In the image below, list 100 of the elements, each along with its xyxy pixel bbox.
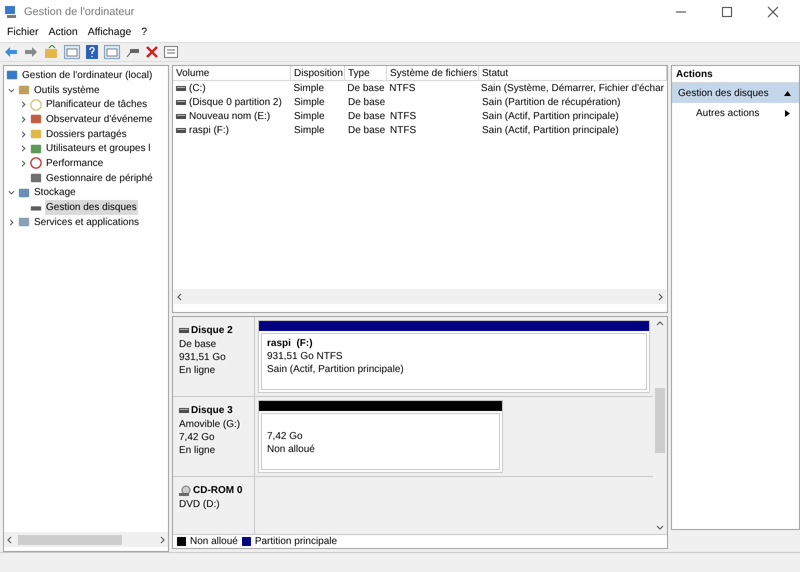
action-item[interactable]: Autres actions bbox=[672, 103, 799, 123]
help-icon[interactable] bbox=[86, 45, 98, 59]
expanded-chevron-icon[interactable] bbox=[8, 86, 15, 94]
disk-detail: De base bbox=[179, 338, 218, 351]
scroll-left-icon[interactable] bbox=[6, 536, 14, 544]
table-cell-text: (C:) bbox=[189, 82, 206, 96]
table-cell-text: Simple bbox=[294, 124, 325, 138]
column-header[interactable]: Statut bbox=[479, 66, 667, 80]
collapsed-chevron-icon[interactable] bbox=[20, 145, 27, 152]
drive-icon bbox=[176, 128, 186, 132]
partition-detail: 7,42 Go bbox=[267, 430, 304, 443]
disk-name: Disque 3 bbox=[191, 404, 233, 418]
table-cell-text: Sain (Système, Démarrer, Fichier d'échar bbox=[480, 82, 664, 96]
scroll-right-icon[interactable] bbox=[158, 536, 166, 544]
collapsed-chevron-icon[interactable] bbox=[20, 101, 27, 108]
action-section[interactable]: Gestion des disques bbox=[672, 83, 799, 103]
disk-detail: DVD (D:) bbox=[179, 498, 221, 511]
tree-item[interactable]: Performance bbox=[45, 156, 104, 171]
app-icon bbox=[4, 5, 18, 19]
tree-item[interactable]: Gestionnaire de périphé bbox=[45, 170, 154, 186]
tree-item[interactable]: Outils système bbox=[33, 82, 101, 98]
partition-block[interactable]: 7,42 Go Non alloué bbox=[258, 400, 503, 473]
horizontal-scrollbar[interactable] bbox=[4, 532, 168, 547]
panel-icon[interactable] bbox=[104, 45, 120, 59]
table-cell-text: NTFS bbox=[390, 110, 416, 124]
panel-icon[interactable] bbox=[64, 45, 80, 59]
table-cell-text: De base bbox=[348, 96, 386, 110]
tree-item[interactable]: Gestion de l'ordinateur (local) bbox=[21, 68, 154, 83]
column-header[interactable]: Système de fichiers bbox=[387, 66, 479, 80]
column-header[interactable]: Type bbox=[345, 66, 387, 80]
forward-arrow-icon[interactable] bbox=[24, 46, 38, 58]
scroll-down-icon[interactable] bbox=[656, 523, 664, 531]
disk-detail: 7,42 Go bbox=[179, 431, 216, 444]
table-cell-text: raspi (F:) bbox=[189, 124, 229, 138]
tree-item[interactable]: Utilisateurs et groupes l bbox=[45, 141, 152, 156]
table-cell-text: De base bbox=[348, 110, 386, 124]
legend-label: Partition principale bbox=[254, 535, 338, 549]
log-icon bbox=[30, 113, 42, 126]
menu-item[interactable]: Action bbox=[44, 25, 83, 41]
partition-detail: Non alloué bbox=[267, 443, 316, 456]
collapsed-chevron-icon[interactable] bbox=[20, 130, 27, 138]
table-cell-text: Simple bbox=[294, 110, 325, 124]
menu-item[interactable]: ? bbox=[136, 25, 152, 41]
drive-icon bbox=[176, 114, 186, 118]
collapsed-chevron-icon[interactable] bbox=[20, 116, 27, 123]
table-cell-text: Simple bbox=[294, 96, 325, 110]
drive-icon bbox=[176, 100, 186, 104]
submenu-triangle-icon bbox=[784, 110, 791, 116]
partition-detail: 931,51 Go NTFS bbox=[267, 350, 344, 363]
drive-icon bbox=[179, 408, 189, 413]
table-cell-text: (Disque 0 partition 2) bbox=[189, 96, 282, 110]
collapsed-chevron-icon[interactable] bbox=[20, 160, 27, 167]
back-arrow-icon[interactable] bbox=[4, 46, 18, 58]
cd-drive-icon bbox=[179, 484, 191, 496]
vertical-scrollbar[interactable] bbox=[653, 317, 667, 534]
collapsed-chevron-icon[interactable] bbox=[8, 218, 15, 226]
scroll-right-icon[interactable] bbox=[656, 292, 664, 300]
disk-detail: Amovible (G:) bbox=[179, 418, 242, 431]
partition-title: raspi (F:) bbox=[267, 337, 314, 350]
expanded-chevron-icon[interactable] bbox=[8, 189, 15, 196]
column-header[interactable]: Disposition bbox=[291, 66, 345, 80]
tree-item[interactable]: Observateur d'événeme bbox=[45, 112, 154, 127]
table-cell-text: Sain (Actif, Partition principale) bbox=[482, 124, 619, 138]
table-cell-text: Sain (Partition de récupération) bbox=[482, 96, 620, 110]
disk-detail: En ligne bbox=[179, 444, 216, 457]
legend-label: Non alloué bbox=[190, 535, 238, 549]
table-cell-text: NTFS bbox=[389, 82, 416, 96]
folder-up-icon[interactable] bbox=[44, 45, 58, 59]
tree-item[interactable]: Services et applications bbox=[33, 214, 140, 230]
drive-icon bbox=[176, 86, 186, 90]
table-cell-text: Simple bbox=[294, 82, 324, 96]
delete-icon[interactable] bbox=[146, 46, 158, 58]
table-cell-text: Sain (Actif, Partition principale) bbox=[482, 110, 619, 124]
menu-item[interactable]: Fichier bbox=[2, 25, 44, 41]
properties-icon[interactable] bbox=[164, 46, 178, 58]
disk-name: CD-ROM 0 bbox=[193, 484, 242, 498]
table-cell-text: De base bbox=[347, 82, 385, 96]
clock-icon bbox=[30, 98, 42, 111]
users-icon bbox=[30, 142, 42, 155]
tree-item[interactable]: Dossiers partagés bbox=[45, 126, 128, 142]
table-cell-text: NTFS bbox=[390, 124, 416, 138]
table-cell-text: De base bbox=[348, 124, 386, 138]
drive-icon bbox=[179, 328, 189, 333]
tree-item[interactable]: Stockage bbox=[33, 185, 77, 200]
computer-icon bbox=[6, 69, 18, 82]
scroll-thumb[interactable] bbox=[655, 388, 665, 453]
disk-name: Disque 2 bbox=[191, 324, 233, 338]
tree-item[interactable]: Planificateur de tâches bbox=[45, 97, 148, 112]
scroll-up-icon[interactable] bbox=[656, 320, 664, 328]
horizontal-scrollbar[interactable] bbox=[174, 289, 666, 304]
gauge-icon bbox=[30, 157, 42, 170]
table-cell-text: Nouveau nom (E:) bbox=[189, 110, 270, 124]
column-header[interactable]: Volume bbox=[173, 66, 291, 80]
partition-detail: Sain (Actif, Partition principale) bbox=[267, 363, 405, 376]
tree-item[interactable]: Gestion des disques bbox=[45, 200, 138, 216]
menu-item[interactable]: Affichage bbox=[82, 25, 136, 41]
scroll-thumb[interactable] bbox=[18, 534, 122, 544]
partition-block[interactable]: raspi (F:) 931,51 Go NTFS Sain (Actif, Partition principale) bbox=[258, 320, 650, 393]
scroll-left-icon[interactable] bbox=[176, 292, 184, 300]
window-title: Gestion de l'ordinateur bbox=[24, 4, 134, 20]
